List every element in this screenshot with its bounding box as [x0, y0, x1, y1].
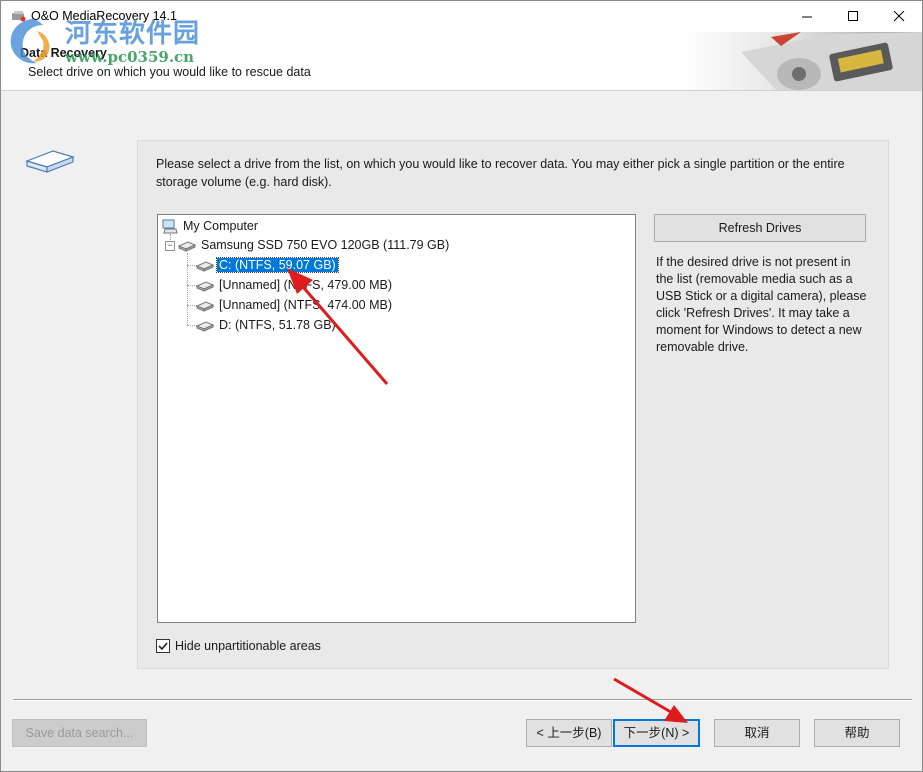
tree-label: [Unnamed] (NTFS, 479.00 MB) — [219, 278, 392, 292]
tree-label: Samsung SSD 750 EVO 120GB (111.79 GB) — [201, 238, 450, 252]
tree-node-partition-unnamed-1[interactable]: [Unnamed] (NTFS, 479.00 MB) — [196, 276, 394, 294]
tree-label: D: (NTFS, 51.78 GB) — [219, 318, 336, 332]
tree-node-partition-d[interactable]: D: (NTFS, 51.78 GB) — [196, 316, 338, 334]
tree-label: My Computer — [183, 219, 259, 233]
back-button[interactable]: < 上一步(B) — [526, 719, 612, 747]
checkbox-label: Hide unpartitionable areas — [175, 639, 321, 653]
refresh-drives-button[interactable]: Refresh Drives — [654, 214, 866, 242]
save-data-search-button[interactable]: Save data search... — [12, 719, 147, 747]
checkbox-box[interactable] — [156, 639, 170, 653]
title-bar[interactable]: O&O MediaRecovery 14.1 — [1, 1, 922, 32]
hide-unpartitionable-checkbox[interactable]: Hide unpartitionable areas — [156, 639, 321, 653]
usb-drive-banner-image — [681, 32, 922, 90]
help-button[interactable]: 帮助 — [814, 719, 900, 747]
drive-selection-panel: Please select a drive from the list, on … — [137, 140, 889, 669]
checkmark-icon — [158, 642, 168, 651]
minimize-icon — [801, 16, 812, 18]
hard-disk-icon — [178, 241, 196, 252]
collapse-toggle[interactable]: − — [165, 241, 175, 251]
wizard-header: Data Recovery Select drive on which you … — [1, 32, 922, 91]
partition-icon — [196, 321, 214, 332]
app-window: O&O MediaRecovery 14.1 Data Recovery Sel… — [0, 0, 923, 772]
tree-node-my-computer[interactable]: My Computer — [162, 217, 260, 235]
partition-icon — [196, 281, 214, 292]
minimize-button[interactable] — [784, 1, 830, 32]
maximize-icon — [847, 11, 858, 21]
drive-tree[interactable]: My Computer − Samsung SSD 750 EVO 120GB … — [157, 214, 636, 623]
drive-icon — [25, 150, 75, 173]
tree-label: [Unnamed] (NTFS, 474.00 MB) — [219, 298, 392, 312]
cancel-button[interactable]: 取消 — [714, 719, 800, 747]
page-subtitle: Select drive on which you would like to … — [28, 65, 311, 79]
footer-separator — [13, 699, 912, 701]
tree-node-disk[interactable]: Samsung SSD 750 EVO 120GB (111.79 GB) — [178, 236, 451, 254]
maximize-button[interactable] — [830, 1, 876, 32]
tree-label: C: (NTFS, 59.07 GB) — [216, 257, 339, 273]
tree-node-partition-c[interactable]: C: (NTFS, 59.07 GB) — [196, 256, 339, 274]
app-icon — [12, 11, 26, 22]
instructions-text: Please select a drive from the list, on … — [156, 157, 845, 189]
close-button[interactable] — [876, 1, 922, 32]
window-title: O&O MediaRecovery 14.1 — [31, 9, 177, 23]
computer-icon — [162, 219, 178, 234]
partition-icon — [196, 301, 214, 312]
next-button[interactable]: 下一步(N) > — [613, 719, 700, 747]
refresh-help-text: If the desired drive is not present in t… — [656, 255, 867, 354]
tree-node-partition-unnamed-2[interactable]: [Unnamed] (NTFS, 474.00 MB) — [196, 296, 394, 314]
close-icon — [893, 11, 904, 22]
page-title: Data Recovery — [20, 46, 107, 60]
partition-icon — [196, 261, 214, 272]
